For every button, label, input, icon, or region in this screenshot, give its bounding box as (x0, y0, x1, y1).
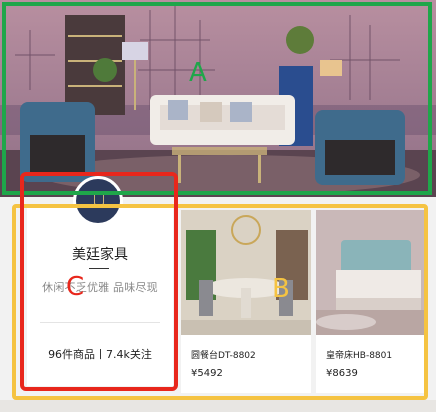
hero-banner[interactable] (0, 0, 436, 197)
next-section-peek (0, 400, 436, 412)
product-name: 圆餐台DT-8802 (191, 351, 256, 361)
product-price: ¥5492 (191, 368, 223, 379)
annotation-label-c: C (66, 272, 85, 302)
product-price: ¥8639 (326, 368, 358, 379)
product-name: 皇帝床HB-8801 (326, 351, 393, 361)
store-name-rule (89, 268, 109, 269)
product-card[interactable]: 皇帝床HB-8801 ¥8639 (316, 210, 426, 393)
store-divider (40, 322, 160, 323)
store-slogan: 休闲不乏优雅 品味尽现 (42, 281, 158, 294)
product-card[interactable]: 圆餐台DT-8802 ¥5492 (181, 210, 311, 393)
product-image (181, 210, 311, 335)
annotation-label-b: B (272, 274, 290, 304)
store-logo-icon (94, 193, 104, 205)
store-stats: 96件商品丨7.4k关注 (48, 348, 152, 361)
annotation-label-a: A (189, 58, 207, 88)
store-name: 美廷家具 (72, 247, 128, 263)
store-logo[interactable] (73, 176, 123, 226)
product-image (316, 210, 426, 335)
